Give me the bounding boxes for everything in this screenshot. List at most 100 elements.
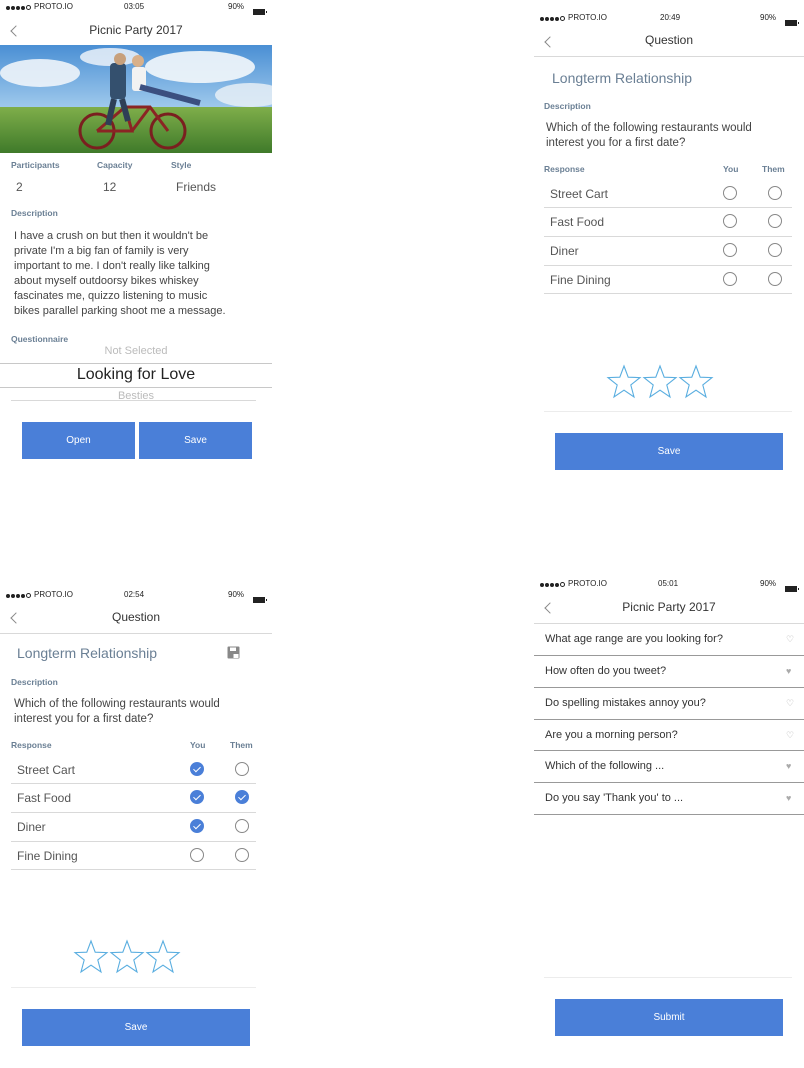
event-photo [0, 45, 272, 153]
question-text: How often do you tweet? [545, 665, 667, 677]
heart-outline-icon: ♡ [786, 634, 795, 644]
submit-button[interactable]: Submit [555, 999, 783, 1036]
description-label: Description [11, 208, 58, 218]
you-radio[interactable] [723, 272, 737, 286]
them-radio[interactable] [235, 762, 249, 776]
battery-percent: 90% [760, 13, 777, 22]
picker-option-selected[interactable]: Looking for Love [0, 366, 272, 384]
signal-icon [6, 3, 32, 12]
them-radio[interactable] [768, 243, 782, 257]
them-column-label: Them [762, 164, 785, 174]
question-line: Which of the following restaurants would [546, 122, 752, 134]
heart-filled-icon: ♥ [786, 761, 792, 771]
list-item[interactable]: Are you a morning person? ♡ [534, 720, 804, 752]
heart-filled-icon: ♥ [786, 793, 792, 803]
response-option: Fine Dining [550, 273, 611, 287]
you-column-label: You [190, 740, 206, 750]
star-rating[interactable] [606, 364, 716, 405]
response-option: Fast Food [550, 215, 605, 229]
them-radio[interactable] [235, 848, 249, 862]
capacity-label: Capacity [97, 160, 133, 170]
description-line: important to me. I don't really like tal… [14, 260, 210, 272]
question-text: Which of the following ... [545, 760, 665, 772]
them-radio[interactable] [768, 272, 782, 286]
list-item[interactable]: Do spelling mistakes annoy you? ♡ [534, 688, 804, 720]
you-radio[interactable] [190, 848, 204, 862]
response-option: Diner [17, 820, 46, 834]
response-option: Street Cart [550, 187, 609, 201]
description-line: about myself outdoorsy bikes whiskey [14, 275, 199, 287]
save-button[interactable]: Save [555, 433, 783, 470]
question-text: Which of the following restaurants would… [14, 697, 220, 727]
carrier-label: PROTO.IO [568, 579, 607, 588]
question-text: What age range are you looking for? [545, 633, 723, 645]
them-radio[interactable] [235, 819, 249, 833]
participants-value: 2 [16, 180, 23, 194]
list-item[interactable]: What age range are you looking for? ♡ [534, 624, 804, 656]
style-label: Style [171, 160, 192, 170]
nav-title: Picnic Party 2017 [622, 600, 716, 614]
save-button[interactable]: Save [22, 1009, 250, 1046]
star-icon [109, 939, 145, 974]
status-time: 05:01 [658, 579, 679, 588]
open-button[interactable]: Open [22, 422, 135, 459]
carrier-label: PROTO.IO [568, 13, 607, 22]
style-value: Friends [176, 180, 217, 194]
question-line: interest you for a first date? [14, 713, 154, 725]
battery-icon [250, 3, 267, 21]
response-label: Response [11, 740, 52, 750]
questionnaire-picker[interactable]: Not Selected Looking for Love Besties [0, 343, 272, 401]
them-radio[interactable] [768, 214, 782, 228]
you-radio-checked[interactable] [190, 762, 204, 776]
you-radio-checked[interactable] [190, 819, 204, 833]
status-time: 03:05 [124, 2, 145, 11]
picker-option-above[interactable]: Not Selected [0, 345, 272, 357]
signal-icon [6, 591, 32, 600]
star-icon [642, 364, 678, 399]
participants-label: Participants [11, 160, 60, 170]
section-title: Longterm Relationship [17, 645, 158, 661]
heart-outline-icon: ♡ [786, 730, 795, 740]
star-rating[interactable] [73, 939, 183, 980]
capacity-value: 12 [103, 180, 117, 194]
description-line: bikes parallel parking shoot me a messag… [14, 305, 226, 317]
list-item[interactable]: Do you say 'Thank you' to ... ♥ [534, 783, 804, 815]
question-line: Which of the following restaurants would [14, 698, 220, 710]
star-icon [606, 364, 642, 399]
nav-title: Question [644, 33, 694, 47]
battery-icon [782, 14, 799, 32]
question-line: interest you for a first date? [546, 137, 686, 149]
you-radio[interactable] [723, 186, 737, 200]
screen-question-list: PROTO.IO 05:01 90% Picnic Party 2017 Wha… [534, 574, 804, 1068]
battery-percent: 90% [228, 2, 245, 11]
response-option: Diner [550, 244, 579, 258]
response-option: Fast Food [17, 791, 72, 805]
you-radio-checked[interactable] [190, 790, 204, 804]
save-button[interactable]: Save [139, 422, 252, 459]
carrier-label: PROTO.IO [34, 590, 73, 599]
heart-filled-icon: ♥ [786, 666, 792, 676]
screen-question-answered: PROTO.IO 02:54 90% Question Longterm Rel… [0, 584, 272, 1068]
you-radio[interactable] [723, 214, 737, 228]
star-icon [145, 939, 181, 974]
description-line: I have a crush on but then it wouldn't b… [14, 230, 209, 242]
nav-title: Question [111, 610, 161, 624]
response-option: Fine Dining [17, 849, 78, 863]
carrier-label: PROTO.IO [34, 2, 73, 11]
status-time: 20:49 [660, 13, 681, 22]
nav-title: Picnic Party 2017 [89, 23, 183, 37]
status-time: 02:54 [124, 590, 145, 599]
list-item[interactable]: Which of the following ... ♥ [534, 751, 804, 783]
description-label: Description [544, 101, 591, 111]
save-disk-icon[interactable] [227, 646, 240, 664]
you-radio[interactable] [723, 243, 737, 257]
battery-percent: 90% [760, 579, 777, 588]
battery-percent: 90% [228, 590, 245, 599]
description-line: fascinates me, quizzo listening to music [14, 290, 208, 302]
them-radio-checked[interactable] [235, 790, 249, 804]
description-text: I have a crush on but then it wouldn't b… [14, 229, 266, 319]
star-icon [678, 364, 714, 399]
list-item[interactable]: How often do you tweet? ♥ [534, 656, 804, 688]
them-radio[interactable] [768, 186, 782, 200]
question-text: Do spelling mistakes annoy you? [545, 697, 706, 709]
